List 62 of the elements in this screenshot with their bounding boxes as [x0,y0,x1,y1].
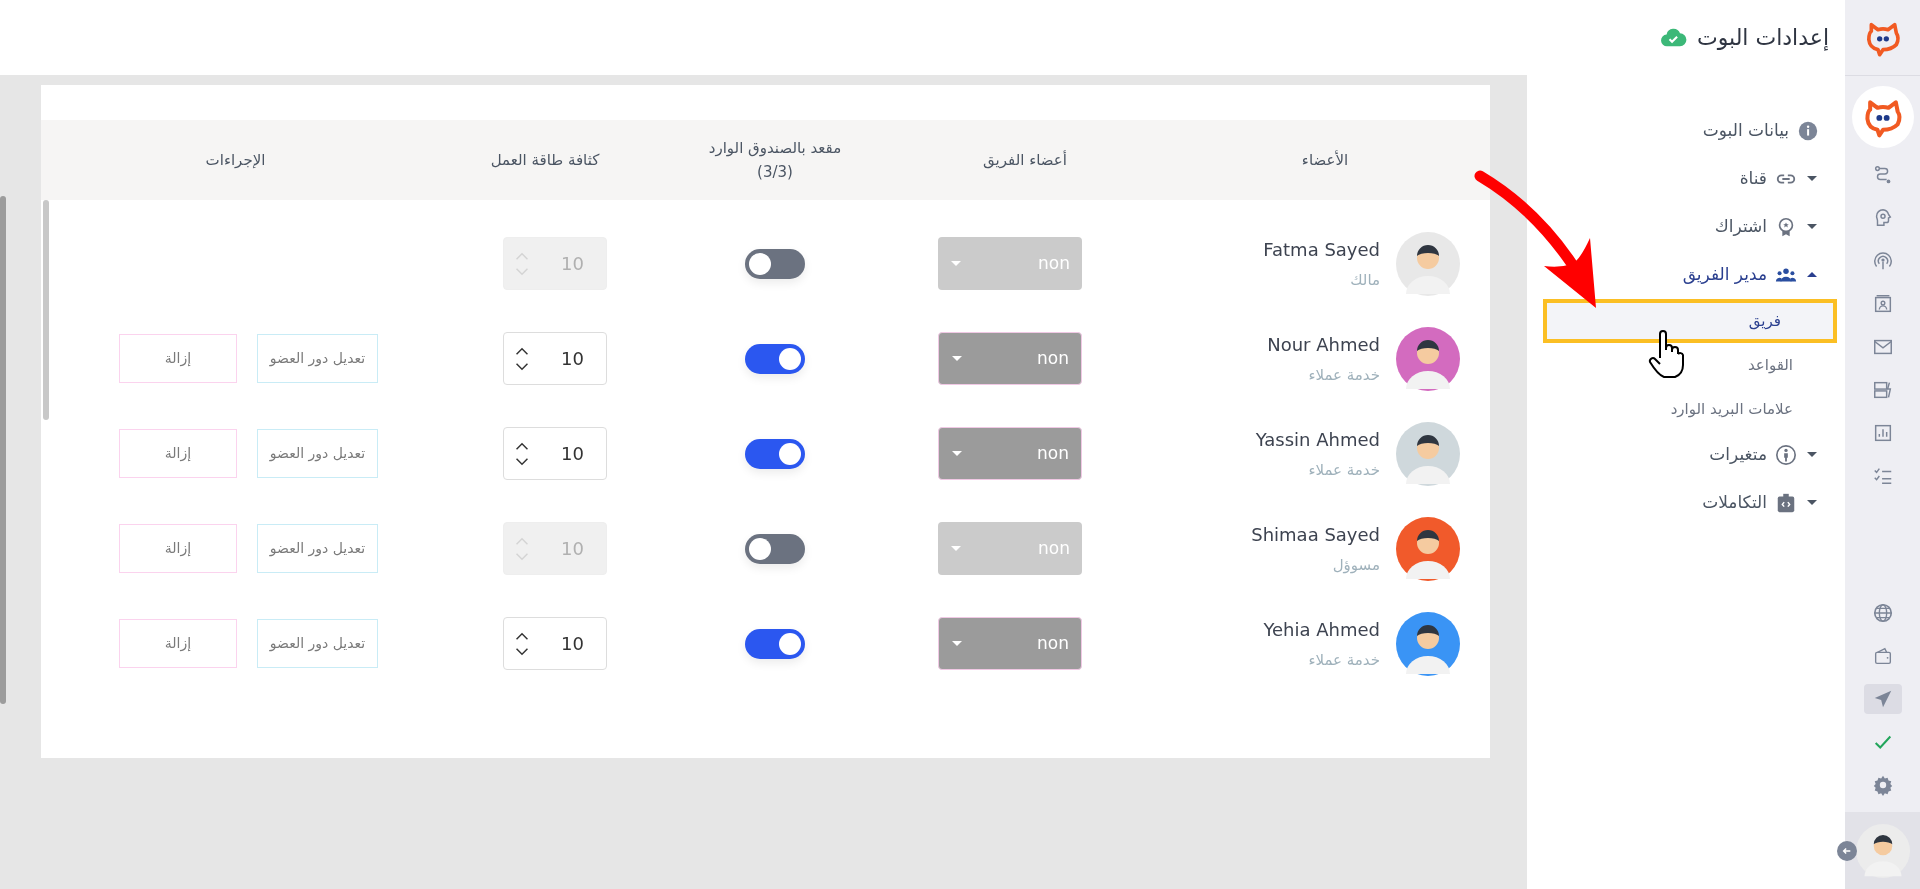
chevron-down-icon[interactable] [514,646,530,657]
edit-role-button[interactable]: تعديل دور العضو [257,619,378,668]
toggle-switch[interactable] [745,628,805,659]
edit-role-button[interactable]: تعديل دور العضو [257,429,378,478]
nav-subitem[interactable]: القواعد [1535,343,1845,387]
member-name: Shimaa Sayed [1251,522,1380,547]
member-role: مسوؤل [1331,554,1380,576]
member-role: خدمة عملاء [1307,364,1380,386]
chevron-up-icon[interactable] [514,630,530,641]
dropdown[interactable]: non [938,427,1082,480]
column-header: الإجراءات [204,150,267,171]
chevron-down-icon[interactable] [514,361,530,372]
number-field[interactable]: 10 [503,617,607,670]
chevron-up-icon[interactable] [514,440,530,451]
remove-button[interactable]: إزالة [119,429,237,478]
scrollbar[interactable] [43,200,49,420]
column-header: كثافة طاقة العمل [489,150,601,171]
toggle-switch[interactable] [745,248,805,279]
remove-button[interactable]: إزالة [119,524,237,573]
dropdown[interactable]: non [938,332,1082,385]
send-button[interactable] [1863,684,1902,714]
nav-item[interactable]: مدير الفريق [1682,262,1767,288]
number-field[interactable]: 10 [503,332,607,385]
toggle-switch[interactable] [745,438,805,469]
member-name: Nour Ahmed [1267,332,1380,357]
edit-role-button[interactable]: تعديل دور العضو [257,524,378,573]
person-icon [1775,444,1797,466]
toggle-switch[interactable] [745,343,805,374]
nav-item[interactable]: متغيرات [1709,442,1767,468]
avatar [1855,823,1910,878]
number-field[interactable]: 10 [503,427,607,480]
chevron-down-icon[interactable] [514,456,530,467]
dropdown[interactable]: non [938,617,1082,670]
globe-icon [1871,602,1894,624]
column-header: الأعضاء [1300,149,1350,171]
member-name: Fatma Sayed [1263,237,1380,262]
broadcast-icon [1871,250,1894,272]
nav-subitem[interactable]: علامات البريد الوارد [1535,387,1845,431]
nav-item[interactable]: قناة [1739,166,1767,192]
remove-button[interactable]: إزالة [119,619,237,668]
info-icon [1797,120,1819,142]
nav-subitem[interactable]: فريق [1543,299,1837,343]
chevron-up-icon[interactable] [514,345,530,356]
member-name: Yassin Ahmed [1255,427,1380,452]
toggle-switch[interactable] [745,533,805,564]
nav-item[interactable]: بيانات البوت [1702,118,1789,144]
edit-role-button[interactable]: تعديل دور العضو [257,334,378,383]
settings-icon [1871,774,1894,796]
back-icon[interactable] [1837,841,1857,861]
nav-item[interactable]: اشتراك [1714,214,1767,240]
column-header: أعضاء الفريق [982,149,1068,171]
hand-cursor-icon [1646,328,1686,380]
plugin-icon [1775,492,1797,514]
scrollbar[interactable] [0,196,6,704]
member-role: مالك [1349,269,1380,291]
member-name: Yehia Ahmed [1263,617,1380,642]
member-role: خدمة عملاء [1307,649,1380,671]
cards-bolt-icon [1871,379,1894,401]
page-title: إعدادات البوت [1696,24,1829,53]
member-role: خدمة عملاء [1307,459,1380,481]
nav-item[interactable]: التكاملات [1702,490,1767,516]
remove-button[interactable]: إزالة [119,334,237,383]
